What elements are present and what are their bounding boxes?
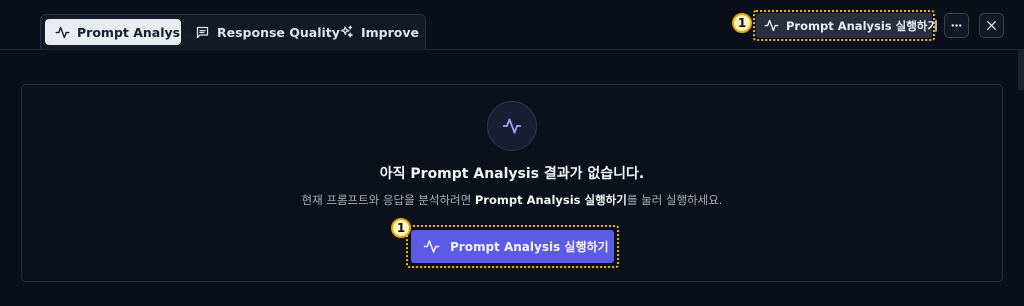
desc-text-after: 를 눌러 실행하세요.	[626, 193, 723, 207]
tab-improve[interactable]: Improve	[329, 19, 421, 45]
activity-icon	[502, 118, 522, 134]
step-badge-top: 1	[732, 13, 752, 33]
scrollbar[interactable]	[1018, 50, 1024, 90]
cta-label: Prompt Analysis 실행하기	[450, 240, 609, 254]
more-horizontal-icon	[951, 24, 962, 27]
sparkles-icon	[340, 25, 353, 37]
empty-state-description: 현재 프롬프트와 응답을 분석하려면 Prompt Analysis 실행하기를…	[0, 192, 1024, 208]
more-options-button[interactable]	[944, 13, 969, 38]
tab-label: Prompt Analysis	[77, 24, 192, 40]
run-button-label: Prompt Analysis 실행하기	[786, 18, 938, 33]
activity-icon	[764, 19, 779, 32]
tab-label: Response Quality	[217, 24, 340, 40]
desc-text-before: 현재 프롬프트와 응답을 분석하려면	[301, 193, 475, 207]
step-badge-cta: 1	[391, 218, 411, 238]
empty-state-title: 아직 Prompt Analysis 결과가 없습니다.	[379, 166, 645, 182]
desc-text-strong: Prompt Analysis 실행하기	[474, 193, 627, 207]
header-divider	[0, 49, 1024, 50]
activity-icon	[55, 26, 70, 38]
tab-label: Improve	[361, 24, 420, 40]
message-square-icon	[196, 26, 209, 38]
close-icon	[987, 21, 996, 30]
close-button[interactable]	[979, 13, 1004, 38]
tab-bar: Prompt Analysis Response Quality Improve	[40, 14, 426, 49]
run-prompt-analysis-button-top[interactable]: Prompt Analysis 실행하기	[756, 13, 938, 38]
activity-icon	[423, 240, 440, 253]
run-prompt-analysis-button[interactable]: Prompt Analysis 실행하기	[411, 230, 614, 263]
tab-response-quality[interactable]: Response Quality	[185, 19, 340, 45]
analysis-window: Prompt Analysis Response Quality Improve…	[0, 0, 1024, 306]
tab-prompt-analysis[interactable]: Prompt Analysis	[45, 19, 192, 45]
empty-state-icon-circle	[487, 101, 537, 151]
